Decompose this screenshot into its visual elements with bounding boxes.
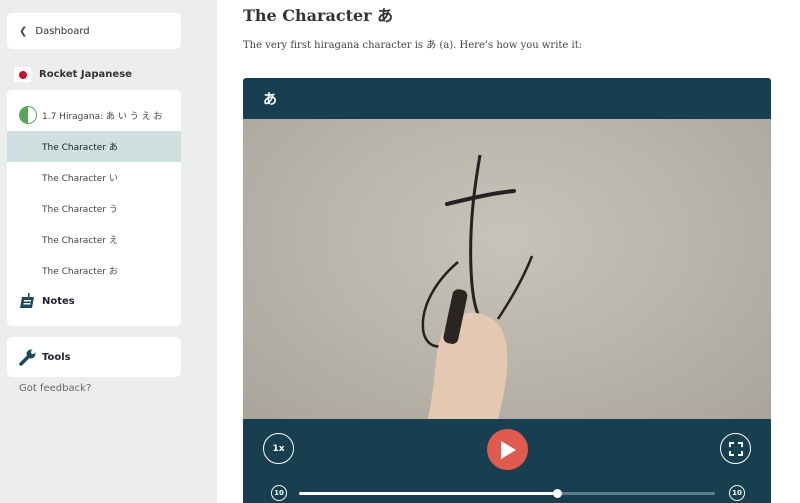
video-frame[interactable] — [243, 119, 771, 419]
player-header: あ — [263, 91, 277, 108]
lesson-item-e[interactable]: The Character え — [7, 224, 181, 255]
intro-text: The very first hiragana character is あ (… — [243, 40, 583, 51]
tools-card[interactable]: Tools — [7, 337, 181, 377]
progress-thumb[interactable] — [552, 489, 562, 498]
handwriting-video-image — [421, 154, 534, 419]
lesson-item-o[interactable]: The Character お — [7, 255, 181, 286]
lesson-item-i[interactable]: The Character い — [7, 162, 181, 193]
course-name: Rocket Japanese — [39, 69, 132, 80]
video-player: あ 1x 10 10 — [243, 78, 771, 503]
player-controls: 1x 10 10 — [243, 419, 771, 503]
feedback-link[interactable]: Got feedback? — [19, 383, 91, 394]
play-icon — [500, 440, 516, 459]
skip-forward-button[interactable]: 10 — [729, 485, 745, 501]
chevron-left-icon: ❮ — [19, 25, 28, 37]
lesson-card: 1.7 Hiragana: あ い う え お The Character あ … — [7, 90, 181, 326]
lesson-item-a[interactable]: The Character あ — [7, 131, 181, 162]
fullscreen-icon — [728, 441, 743, 456]
playback-speed-button[interactable]: 1x — [263, 433, 294, 464]
sidebar: ❮ Dashboard Rocket Japanese 1.7 Hiragana… — [0, 0, 217, 503]
lesson-title: 1.7 Hiragana: あ い う え お — [42, 111, 163, 122]
play-button[interactable] — [487, 429, 528, 470]
progress-fill — [299, 492, 557, 495]
dashboard-label: Dashboard — [35, 25, 90, 37]
japan-flag-icon — [14, 67, 31, 82]
notes-icon — [19, 292, 37, 310]
main-content: The Character あ The very first hiragana … — [217, 0, 800, 503]
wrench-icon — [19, 348, 37, 366]
lesson-progress-icon — [19, 106, 37, 124]
lesson-item-u[interactable]: The Character う — [7, 193, 181, 224]
notes-link[interactable]: Notes — [7, 286, 181, 316]
tools-label: Tools — [42, 351, 71, 363]
page-title: The Character あ — [243, 6, 394, 25]
progress-slider[interactable] — [299, 489, 715, 498]
skip-back-button[interactable]: 10 — [271, 485, 287, 501]
dashboard-link[interactable]: ❮ Dashboard — [7, 13, 181, 49]
fullscreen-button[interactable] — [720, 433, 751, 464]
course-header: Rocket Japanese — [14, 67, 132, 82]
notes-label: Notes — [42, 295, 75, 307]
